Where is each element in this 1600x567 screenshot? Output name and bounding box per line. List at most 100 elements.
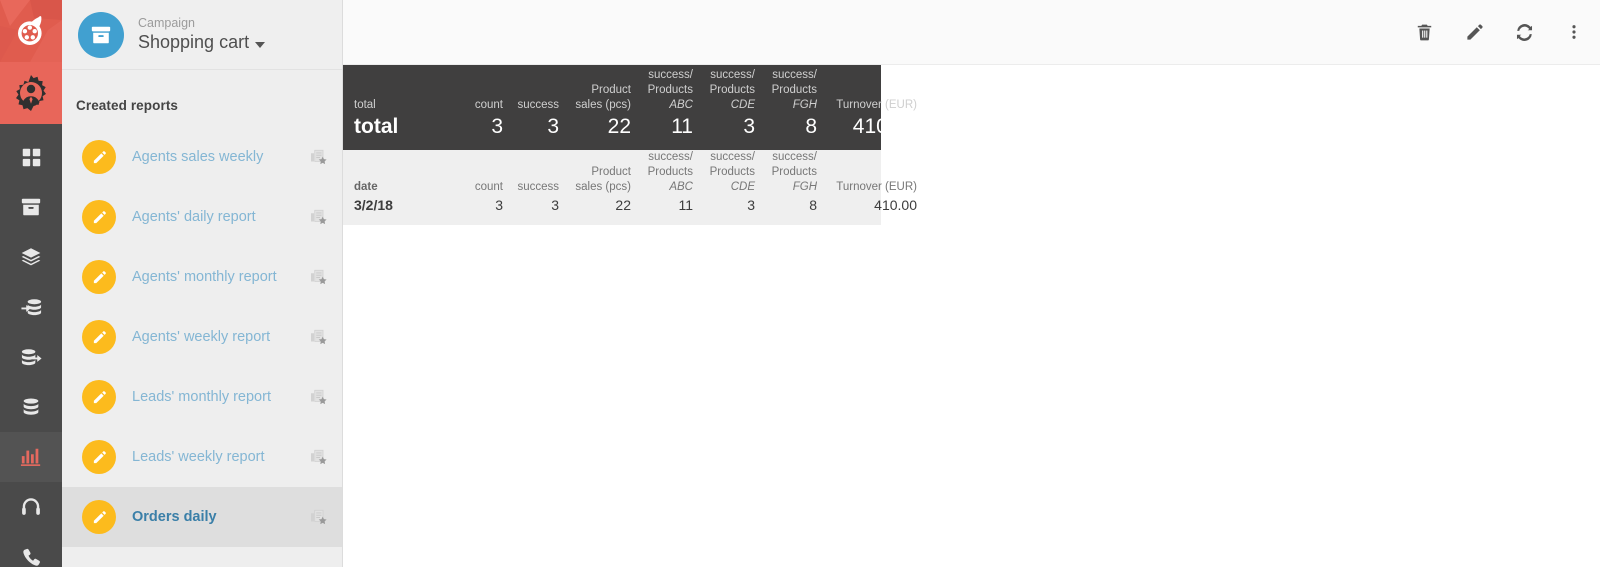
report-star-icon — [311, 209, 327, 225]
table-cell: success/Products CDE 3 — [693, 151, 755, 215]
cell-value: 3 — [547, 115, 559, 138]
rail-item-database[interactable] — [0, 382, 62, 432]
report-list-item[interactable]: Leads' monthly report — [62, 367, 342, 427]
grid-dashboard-icon — [22, 148, 40, 166]
report-edit-button[interactable] — [82, 140, 116, 174]
delete-button[interactable] — [1412, 20, 1436, 44]
report-star-icon — [311, 269, 327, 285]
campaign-avatar — [78, 11, 124, 58]
report-favorite-button[interactable] — [302, 268, 328, 286]
cell-value: 22 — [615, 197, 631, 213]
chevron-down-icon — [255, 41, 266, 48]
created-reports-heading: Created reports — [76, 98, 179, 113]
cell-value: 3 — [551, 197, 559, 213]
more-button[interactable] — [1562, 20, 1586, 44]
layers-icon — [21, 248, 41, 266]
report-list-item-label: Agents' monthly report — [132, 269, 277, 285]
report-edit-button[interactable] — [82, 440, 116, 474]
content-toolbar — [343, 0, 1600, 65]
report-star-icon — [311, 149, 327, 165]
database-export-icon — [21, 348, 42, 365]
report-star-icon — [311, 509, 327, 525]
phone-icon — [22, 548, 40, 566]
cell-value: 410.00 — [874, 197, 917, 213]
gear-user-icon — [16, 75, 46, 111]
column-header: Turnover (EUR) — [836, 181, 917, 193]
table-cell: success 3 — [503, 73, 559, 140]
user-avatar[interactable] — [0, 62, 62, 124]
rail-item-layers[interactable] — [0, 232, 62, 282]
table-total-row: total total count 3 success 3 Product sales (pc… — [343, 65, 917, 150]
report-favorite-button[interactable] — [302, 328, 328, 346]
column-header: success/Products FGH — [771, 69, 817, 111]
report-edit-button[interactable] — [82, 500, 116, 534]
pencil-icon — [93, 450, 106, 463]
report-favorite-button[interactable] — [302, 508, 328, 526]
report-edit-button[interactable] — [82, 320, 116, 354]
database-icon — [23, 398, 39, 415]
rail-item-database-import[interactable] — [0, 282, 62, 332]
app-logo[interactable] — [0, 0, 62, 62]
table-cell: success/Products CDE 3 — [693, 69, 755, 140]
cell-value: 11 — [671, 115, 693, 138]
table-row: date 3/2/18 count 3 success 3 Product sales (pc… — [343, 150, 917, 225]
report-edit-button[interactable] — [82, 380, 116, 414]
cell-value: 8 — [809, 197, 817, 213]
column-header: count — [474, 99, 503, 111]
column-header: success/Products CDE — [709, 69, 755, 111]
archive-box-icon — [91, 26, 111, 43]
table-cell: Turnover (EUR) 410.00 — [817, 73, 917, 140]
row-label-value: total — [354, 115, 399, 138]
row-label-cell: total total — [343, 73, 447, 140]
table-cell: success/Products ABC 11 — [631, 151, 693, 215]
refresh-button[interactable] — [1512, 20, 1536, 44]
comet-logo-icon — [0, 0, 62, 62]
rail-item-reports[interactable] — [0, 432, 62, 482]
trash-icon — [1417, 24, 1431, 40]
report-list-item-label: Agents' weekly report — [132, 329, 271, 345]
row-label-header: date — [354, 181, 378, 193]
table-cell: success/Products FGH 8 — [755, 69, 817, 140]
report-favorite-button[interactable] — [302, 148, 328, 166]
table-cell: Turnover (EUR) 410.00 — [817, 158, 917, 215]
report-star-icon — [311, 389, 327, 405]
report-list-item[interactable]: Leads' weekly report — [62, 427, 342, 487]
kebab-menu-icon — [1572, 25, 1576, 39]
campaign-selector[interactable]: Shopping cart — [138, 31, 266, 54]
cell-value: 3 — [495, 197, 503, 213]
rail-item-database-export[interactable] — [0, 332, 62, 382]
report-edit-button[interactable] — [82, 260, 116, 294]
pencil-icon — [93, 510, 106, 523]
rail-item-dashboard[interactable] — [0, 132, 62, 182]
cell-value: 3 — [743, 115, 755, 138]
report-list-item-label: Agents sales weekly — [132, 149, 264, 165]
rail-item-archive[interactable] — [0, 182, 62, 232]
main-content: total total count 3 success 3 Product sales (pc… — [343, 0, 1600, 567]
edit-button[interactable] — [1462, 20, 1486, 44]
column-header: Product sales (pcs) — [575, 84, 631, 111]
column-header: success/Products ABC — [647, 69, 693, 111]
refresh-icon — [1516, 23, 1532, 41]
report-list-item[interactable]: Agents' monthly report — [62, 247, 342, 307]
report-star-icon — [311, 449, 327, 465]
row-label-header: total — [354, 99, 376, 111]
row-label-cell: date 3/2/18 — [343, 158, 447, 215]
column-header: success/Products CDE — [709, 151, 755, 193]
app-root: Campaign Shopping cart Created reports A… — [0, 0, 1600, 567]
report-favorite-button[interactable] — [302, 388, 328, 406]
report-edit-button[interactable] — [82, 200, 116, 234]
pencil-icon — [93, 150, 106, 163]
rail-item-support[interactable] — [0, 482, 62, 532]
campaign-header: Campaign Shopping cart — [62, 0, 342, 70]
cell-value: 410.00 — [852, 115, 917, 138]
column-header: success/Products ABC — [647, 151, 693, 193]
report-favorite-button[interactable] — [302, 208, 328, 226]
cell-value: 3 — [491, 115, 503, 138]
report-favorite-button[interactable] — [302, 448, 328, 466]
report-list-item[interactable]: Agents' daily report — [62, 187, 342, 247]
report-list-item-label: Orders daily — [132, 509, 217, 525]
report-list-item[interactable]: Orders daily — [62, 487, 342, 547]
rail-item-calls[interactable] — [0, 532, 62, 567]
report-list-item[interactable]: Agents sales weekly — [62, 127, 342, 187]
report-list-item[interactable]: Agents' weekly report — [62, 307, 342, 367]
